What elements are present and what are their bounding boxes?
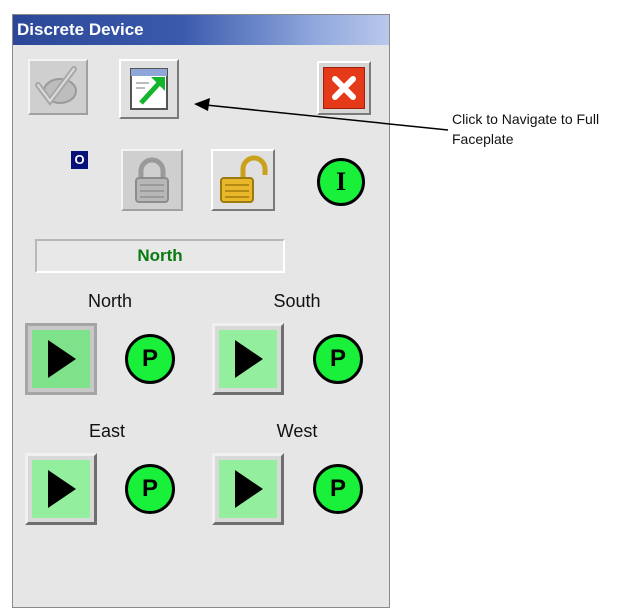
acknowledge-button[interactable] [28,59,88,115]
play-icon [48,470,76,508]
mode-badge: O [71,151,88,169]
close-x-icon [323,67,365,109]
command-label-west: West [276,421,318,441]
command-button-west[interactable] [212,453,284,525]
unlock-icon [220,155,268,203]
command-button-south[interactable] [212,323,284,395]
permissive-indicator-east: P [125,464,175,514]
device-state-display: North [35,239,285,273]
command-button-north[interactable] [25,323,97,395]
command-button-east[interactable] [25,453,97,525]
unlock-button[interactable] [211,149,275,211]
acknowledge-check-icon [35,66,77,106]
command-label-south: South [273,291,321,311]
lock-button[interactable] [121,149,183,211]
interlock-indicator: I [317,158,365,206]
close-button[interactable] [317,61,371,115]
play-icon [48,340,76,378]
permissive-indicator-north: P [125,334,175,384]
lock-icon [135,157,169,203]
discrete-device-faceplate: Discrete Device O I North North P South … [12,14,390,608]
permissive-indicator-south: P [313,334,363,384]
play-icon [235,340,263,378]
navigate-faceplate-icon [130,68,168,110]
annotation-text: Click to Navigate to Full Faceplate [452,111,600,147]
navigate-faceplate-button[interactable] [119,59,179,119]
window-title: Discrete Device [13,15,389,45]
play-icon [235,470,263,508]
permissive-indicator-west: P [313,464,363,514]
command-label-north: North [87,291,132,311]
command-label-east: East [88,421,126,441]
